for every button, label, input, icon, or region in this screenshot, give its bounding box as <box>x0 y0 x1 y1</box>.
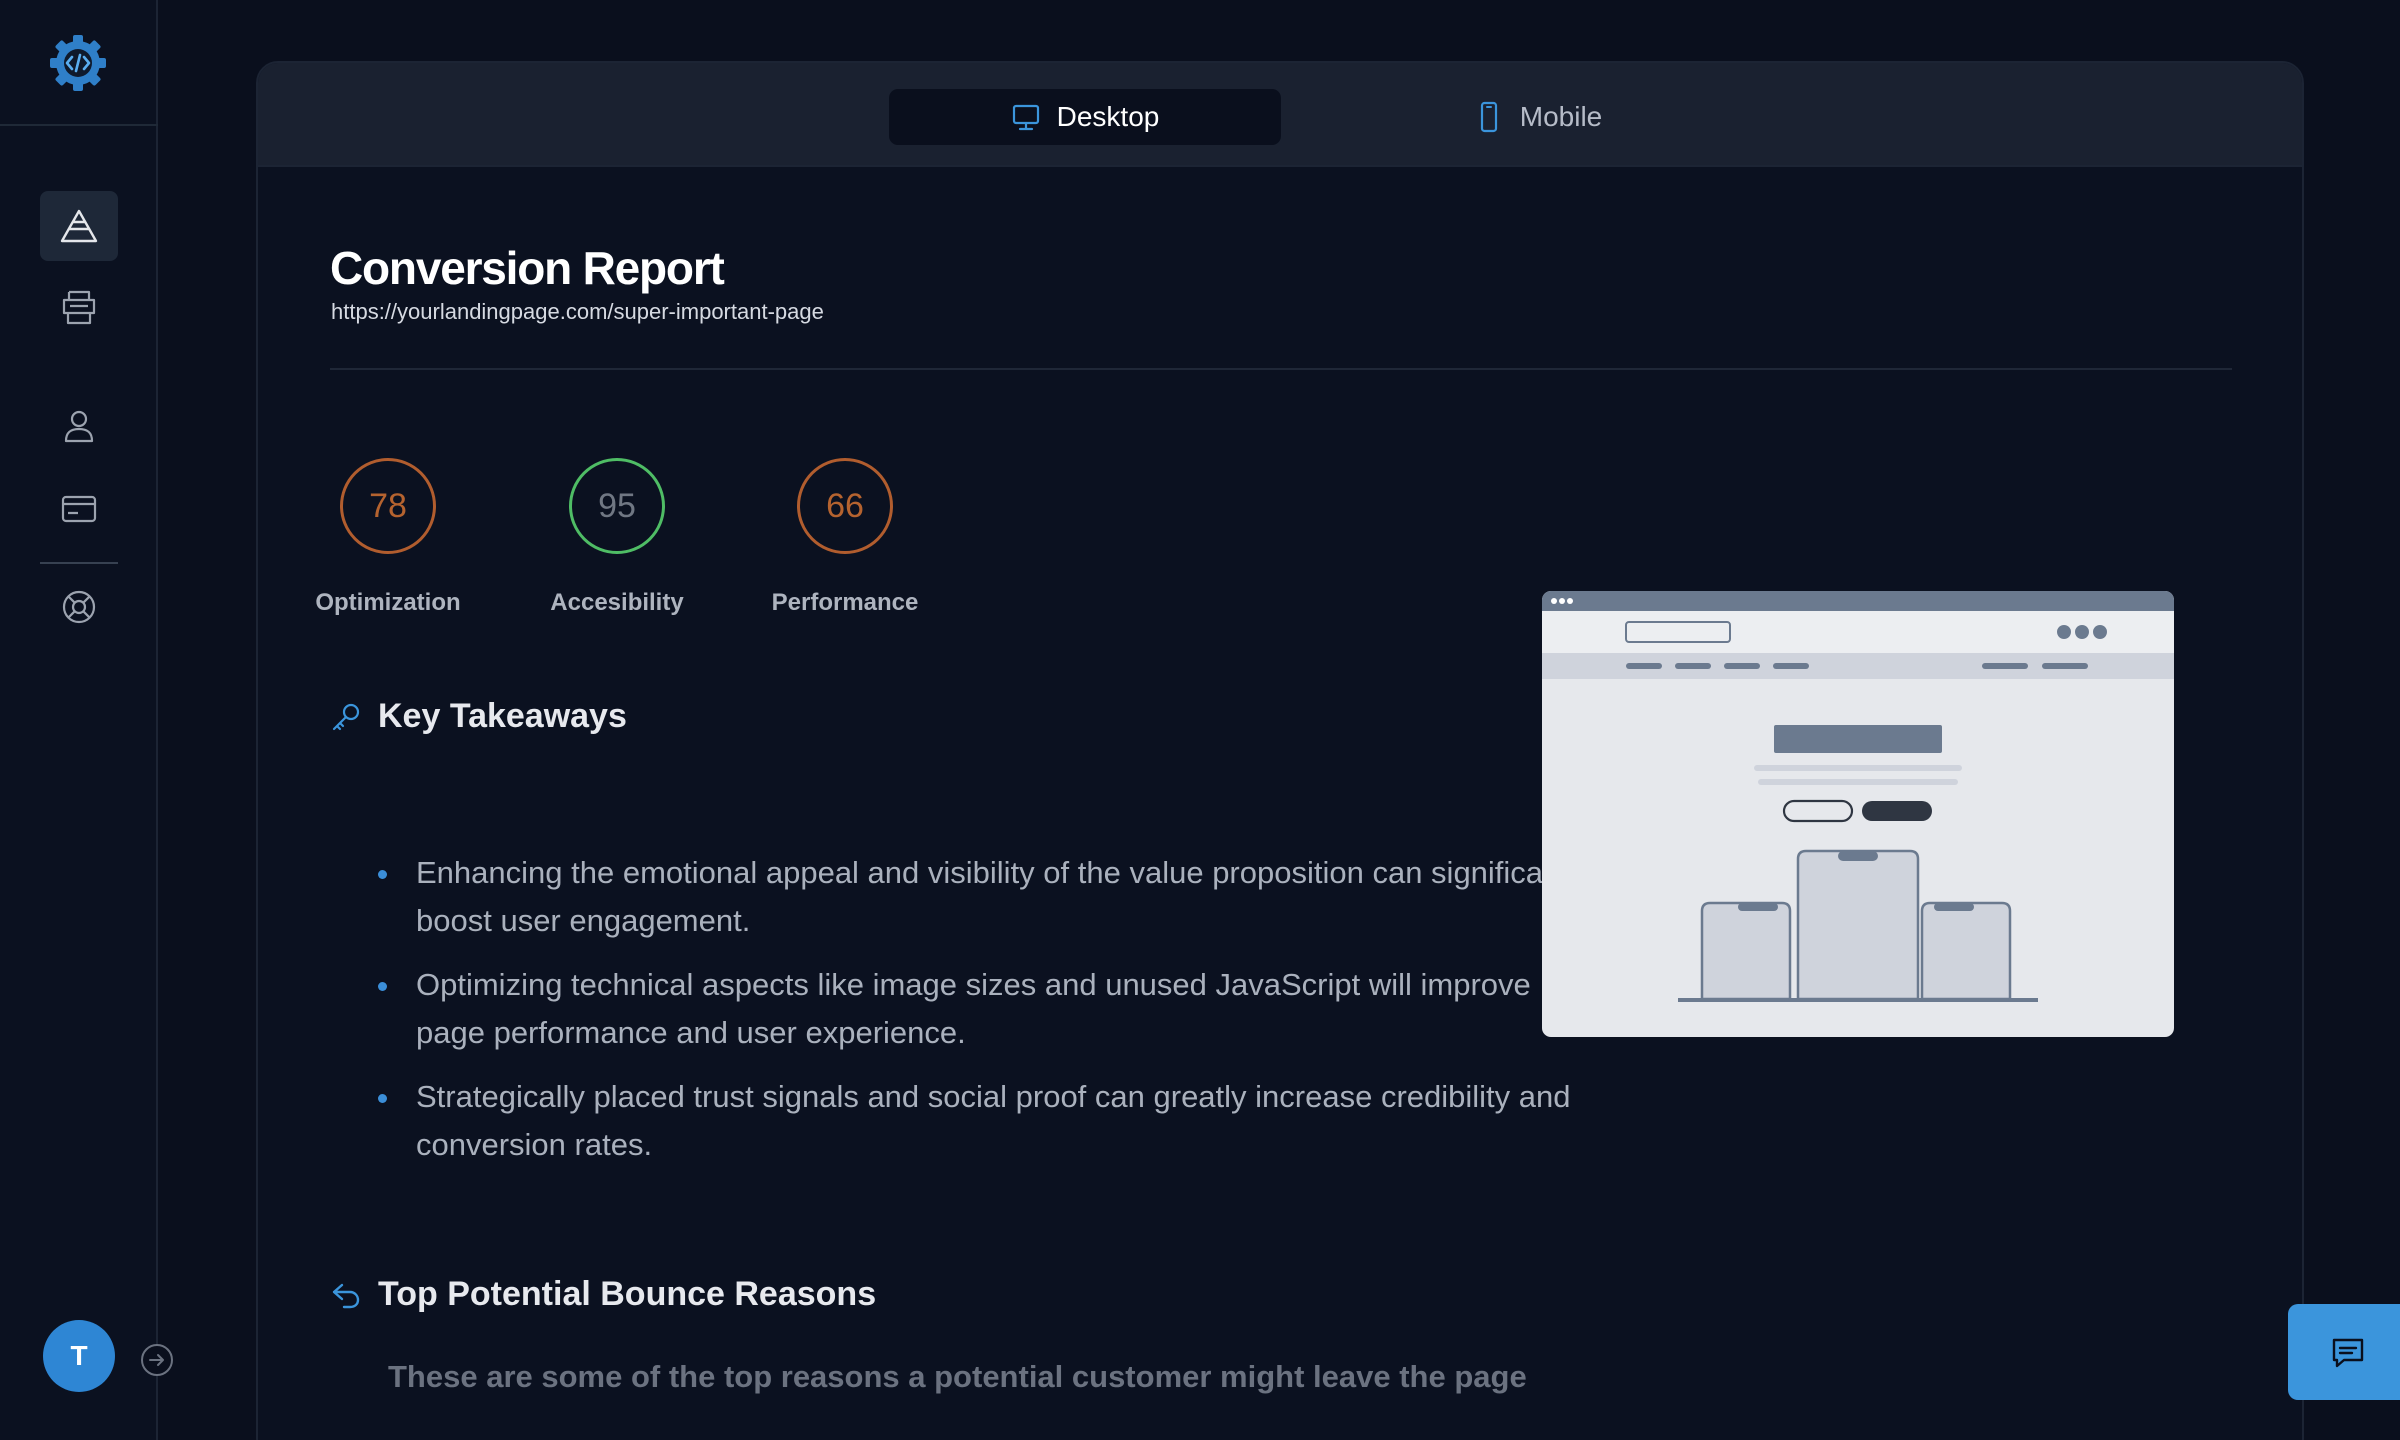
browser-mockup-image <box>1542 591 2174 1002</box>
collapse-sidebar-button[interactable] <box>140 1343 174 1377</box>
bounce-reasons-heading: Top Potential Bounce Reasons <box>330 1275 876 1314</box>
sidebar: T <box>0 0 158 1440</box>
key-takeaways-heading: Key Takeaways <box>330 697 627 736</box>
sidebar-item-templates[interactable] <box>40 272 118 342</box>
score-label: Accesibility <box>550 589 684 616</box>
triangle-icon <box>60 209 98 243</box>
tab-mobile[interactable]: Mobile <box>1388 89 1688 145</box>
monitor-icon <box>1012 104 1039 131</box>
device-toolbar: Desktop Mobile <box>258 63 2302 167</box>
sidebar-item-account[interactable] <box>40 391 118 461</box>
printer-icon <box>62 290 96 325</box>
score-label: Optimization <box>315 589 461 616</box>
chat-button[interactable] <box>2288 1304 2400 1400</box>
bounce-reasons-title: Top Potential Bounce Reasons <box>378 1275 877 1313</box>
avatar[interactable]: T <box>43 1320 115 1392</box>
chat-icon <box>2332 1338 2364 1368</box>
undo-arrow-icon <box>332 1283 360 1308</box>
takeaways-list: Enhancing the emotional appeal and visib… <box>378 849 1598 1185</box>
sidebar-divider <box>0 124 158 126</box>
header-divider <box>330 368 2232 370</box>
page-title: Conversion Report <box>330 242 725 294</box>
list-item: Optimizing technical aspects like image … <box>378 961 1598 1057</box>
bounce-reasons-description: These are some of the top reasons a pote… <box>388 1359 1527 1394</box>
tab-desktop[interactable]: Desktop <box>889 89 1281 145</box>
score-optimization: 78 Optimization <box>308 458 468 617</box>
tab-desktop-label: Desktop <box>1056 101 1160 132</box>
arrow-right-circle-icon <box>141 1344 173 1376</box>
tab-mobile-label: Mobile <box>1519 101 1603 132</box>
page-url: https://yourlandingpage.com/super-import… <box>331 299 824 324</box>
user-icon <box>64 410 94 443</box>
phone-icon <box>1480 101 1497 133</box>
sidebar-separator <box>40 562 118 564</box>
credit-card-icon <box>61 495 97 523</box>
score-ring: 78 <box>340 458 436 554</box>
lifebuoy-icon <box>62 590 96 624</box>
key-takeaways-title: Key Takeaways <box>378 697 627 735</box>
key-icon <box>332 703 360 730</box>
landing-page-illustration <box>1542 591 2174 1037</box>
avatar-initial: T <box>70 1340 88 1371</box>
score-accessibility: 95 Accesibility <box>537 458 697 617</box>
list-item: Strategically placed trust signals and s… <box>378 1073 1598 1169</box>
report-panel: Desktop Mobile Conversion Report https:/… <box>256 61 2304 1440</box>
gear-code-icon[interactable] <box>46 31 110 95</box>
sidebar-item-billing[interactable] <box>40 474 118 544</box>
sidebar-item-support[interactable] <box>40 572 118 642</box>
score-performance: 66 Performance <box>765 458 925 617</box>
score-label: Performance <box>771 589 919 616</box>
sidebar-item-pyramid[interactable] <box>40 191 118 261</box>
list-item: Enhancing the emotional appeal and visib… <box>378 849 1598 945</box>
score-ring: 95 <box>569 458 665 554</box>
score-ring: 66 <box>797 458 893 554</box>
